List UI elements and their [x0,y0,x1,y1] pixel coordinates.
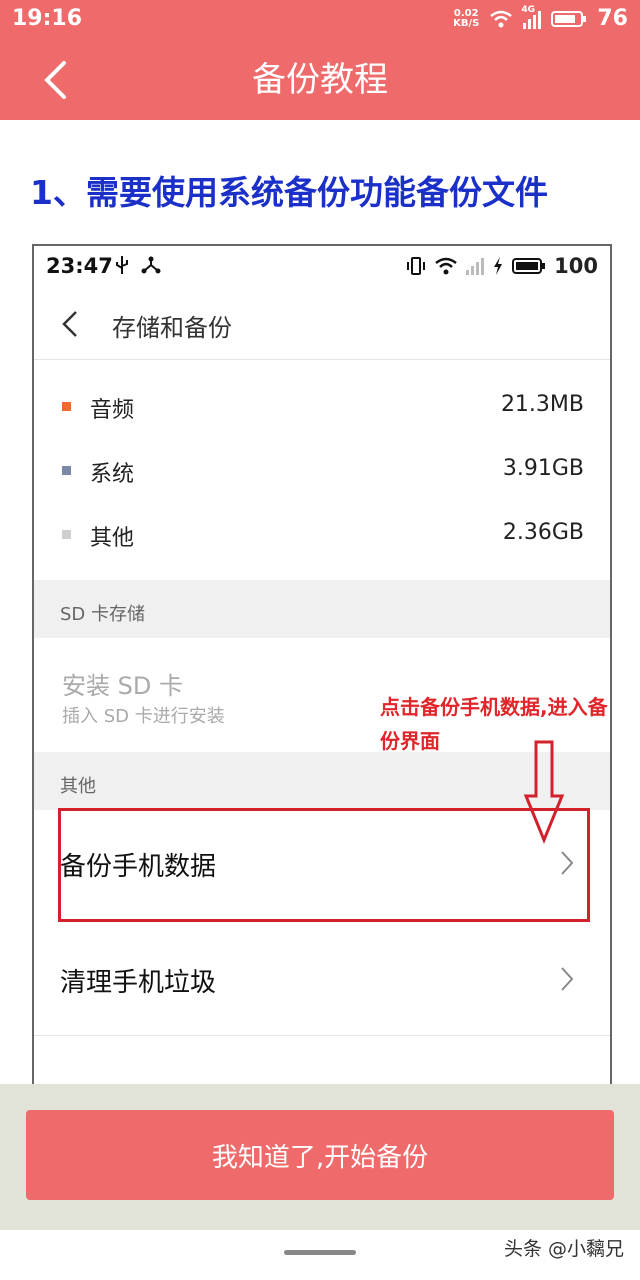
status-time: 19:16 [12,6,83,31]
screenshot-time: 23:47 [46,254,113,278]
storage-label: 音频 [90,398,135,423]
battery-icon [512,258,546,274]
wifi-icon [490,10,513,27]
install-sd-subtitle: 插入 SD 卡进行安装 [62,706,225,727]
chevron-left-icon [62,311,77,337]
storage-row: 音频 21.3MB [34,378,610,438]
network-speed: 0.02 KB/S [453,7,480,29]
tutorial-screenshot: 23:47 100 存储和备份 音频 21.3MB 系统 3.91GB 其他 2… [32,244,612,1104]
section-label: 其他 [60,776,96,797]
section-label: SD 卡存储 [60,604,146,625]
wifi-icon [435,257,457,275]
storage-value: 2.36GB [502,520,584,545]
storage-label: 其他 [90,526,135,551]
clean-junk-item[interactable]: 清理手机垃圾 [34,926,610,1036]
back-button[interactable] [52,304,88,344]
highlight-box [58,808,590,922]
screenshot-notify-icons [114,254,162,276]
screenshot-nav-title: 存储和备份 [112,314,232,342]
item-label: 清理手机垃圾 [60,968,217,998]
app-header: 19:16 0.02 KB/S 4G 76 备份教程 [0,0,640,120]
annotation-text: 点击备份手机数据,进入备份界面 [380,695,608,753]
start-backup-button[interactable]: 我知道了,开始备份 [26,1110,614,1200]
screenshot-status-icons: 100 [406,254,598,278]
network-type: 4G [521,4,536,15]
charging-icon [494,257,503,275]
step-heading: 1、需要使用系统备份功能备份文件 [30,173,548,212]
status-icons: 0.02 KB/S 4G 76 [453,5,628,32]
watermark: 头条 @小黐兄 [503,1238,624,1260]
legend-swatch [62,402,71,411]
chevron-right-icon [561,967,574,991]
screenshot-navbar: 存储和备份 [34,286,610,360]
network-speed-value: 0.02 [453,7,479,19]
vibrate-icon [407,257,426,275]
legend-swatch [62,530,71,539]
screenshot-status-bar: 23:47 100 [34,246,610,286]
storage-label: 系统 [90,462,135,487]
battery-level: 76 [597,6,628,31]
page-title: 备份教程 [252,60,388,100]
signal-icon [466,257,485,275]
battery-icon [551,10,587,27]
status-bar: 19:16 0.02 KB/S 4G 76 [0,0,640,36]
share-node-icon [141,256,161,274]
screenshot-battery-level: 100 [554,254,598,278]
network-speed-unit: KB/S [453,17,480,29]
storage-row: 系统 3.91GB [34,442,610,502]
storage-value: 21.3MB [500,392,584,417]
install-sd-title: 安装 SD 卡 [62,672,183,700]
signal-icon: 4G [521,5,542,29]
storage-row: 其他 2.36GB [34,506,610,566]
legend-swatch [62,466,71,475]
storage-value: 3.91GB [502,456,584,481]
usb-icon [116,256,128,274]
home-indicator[interactable] [284,1250,356,1255]
down-arrow-icon [523,740,565,844]
section-header-sd: SD 卡存储 [34,580,610,638]
